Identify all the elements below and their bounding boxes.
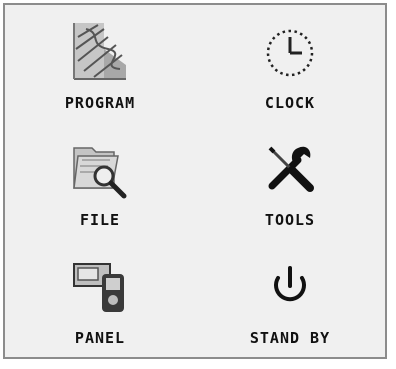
tools-button[interactable]: TOOLS (195, 122, 385, 239)
clock-icon (258, 19, 322, 83)
panel-button[interactable]: PANEL (5, 240, 195, 357)
file-icon (68, 136, 132, 200)
clock-label: CLOCK (264, 94, 316, 112)
tools-icon (258, 136, 322, 200)
menu-panel: PROGRAM CLOCK FILE TOOLS PANEL STAND BY (3, 3, 387, 359)
file-label: FILE (79, 211, 121, 230)
panel-label: PANEL (74, 328, 126, 347)
standby-label: STAND BY (249, 328, 331, 347)
standby-icon (258, 254, 322, 318)
file-button[interactable]: FILE (5, 122, 195, 239)
menu-grid: PROGRAM CLOCK FILE TOOLS PANEL STAND BY (5, 5, 385, 357)
panel-icon (68, 254, 132, 318)
standby-button[interactable]: STAND BY (195, 240, 385, 357)
tools-label: TOOLS (264, 211, 316, 230)
program-button[interactable]: PROGRAM (5, 5, 195, 122)
program-icon (68, 19, 132, 83)
clock-button[interactable]: CLOCK (195, 5, 385, 122)
program-label: PROGRAM (64, 94, 136, 112)
